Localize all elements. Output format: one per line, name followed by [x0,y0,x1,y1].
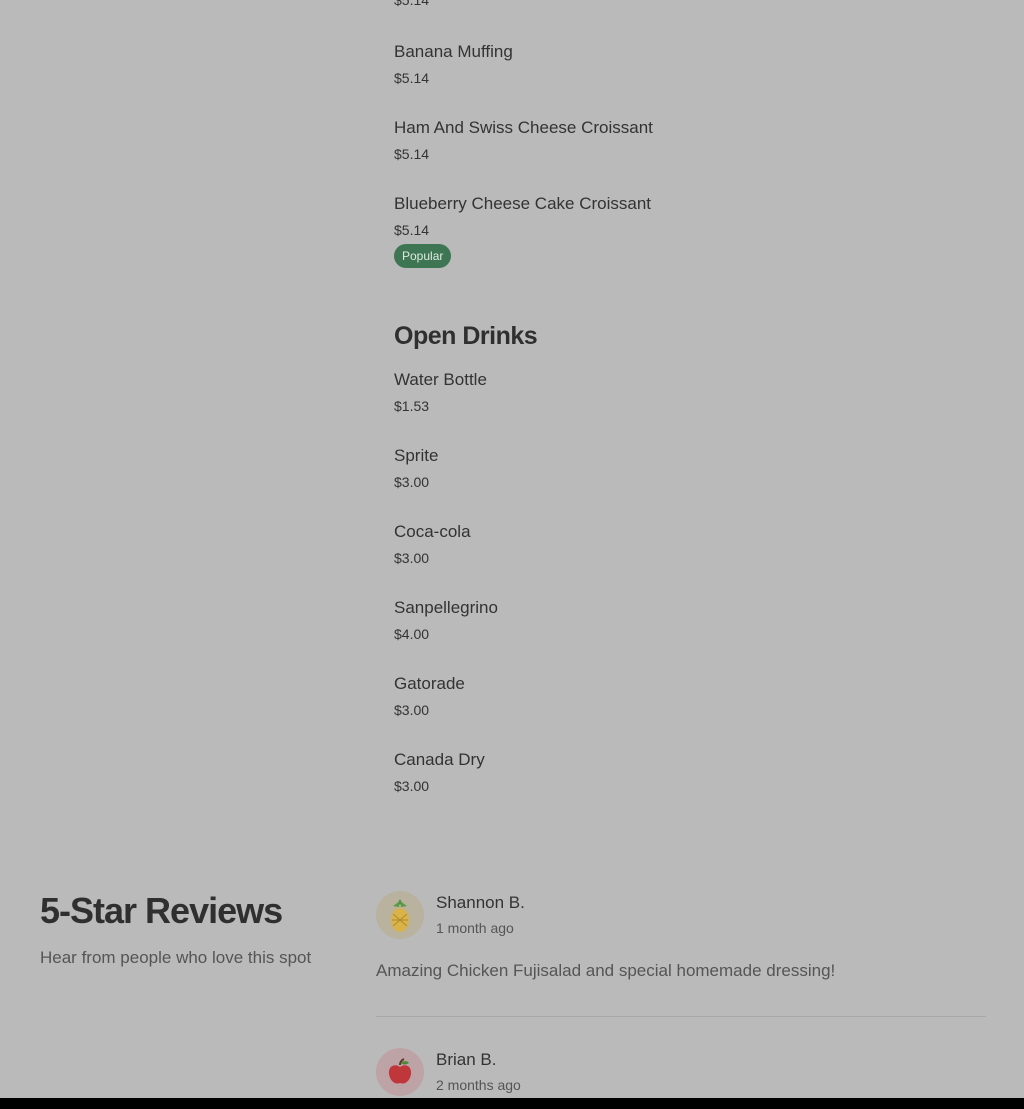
menu-item[interactable]: Blueberry Cheese Cake Croissant $5.14 Po… [394,194,651,268]
item-name: Canada Dry [394,750,485,769]
reviewer-name: Shannon B. [436,893,525,912]
menu-item[interactable]: Coca-cola $3.00 [394,522,471,566]
review-time: 1 month ago [436,920,514,936]
apple-icon [388,1058,412,1084]
popular-badge: Popular [394,244,452,268]
section-title-drinks: Open Drinks [394,322,538,350]
menu-item-partial[interactable]: $5.14 [394,0,429,8]
menu-item[interactable]: Sprite $3.00 [394,446,438,490]
item-price: $3.00 [394,550,430,566]
menu-item[interactable]: Gatorade $3.00 [394,674,465,718]
item-price: $1.53 [394,398,430,414]
menu-item[interactable]: Banana Muffing $5.14 [394,42,513,86]
item-name: Sprite [394,446,439,465]
avatar [376,1048,424,1096]
reviews-subheading: Hear from people who love this spot [40,948,312,967]
avatar [376,891,424,939]
item-name: Ham And Swiss Cheese Croissant [394,118,653,137]
item-price: $5.14 [394,222,430,238]
item-price: $3.00 [394,778,430,794]
review-text: Amazing Chicken Fujisalad and special ho… [376,961,836,980]
bottom-bar [0,1098,1024,1109]
reviewer-name: Brian B. [436,1050,497,1069]
item-name: Gatorade [394,674,465,693]
item-name: Water Bottle [394,370,487,389]
menu-item[interactable]: Canada Dry $3.00 [394,750,485,794]
menu-item[interactable]: Water Bottle $1.53 [394,370,487,414]
divider [376,1016,986,1017]
review-time: 2 months ago [436,1077,521,1093]
item-price: $4.00 [394,626,430,642]
pineapple-icon [391,899,409,932]
item-name: Sanpellegrino [394,598,498,617]
menu-item[interactable]: Ham And Swiss Cheese Croissant $5.14 [394,118,653,162]
item-price: $5.14 [394,0,430,8]
item-name: Coca-cola [394,522,471,541]
item-price: $3.00 [394,474,430,490]
item-price: $5.14 [394,146,430,162]
item-name: Blueberry Cheese Cake Croissant [394,194,652,213]
item-price: $5.14 [394,70,430,86]
item-price: $3.00 [394,702,430,718]
item-name: Banana Muffing [394,42,513,61]
menu-item[interactable]: Sanpellegrino $4.00 [394,598,498,642]
reviews-heading: 5-Star Reviews [40,890,283,931]
